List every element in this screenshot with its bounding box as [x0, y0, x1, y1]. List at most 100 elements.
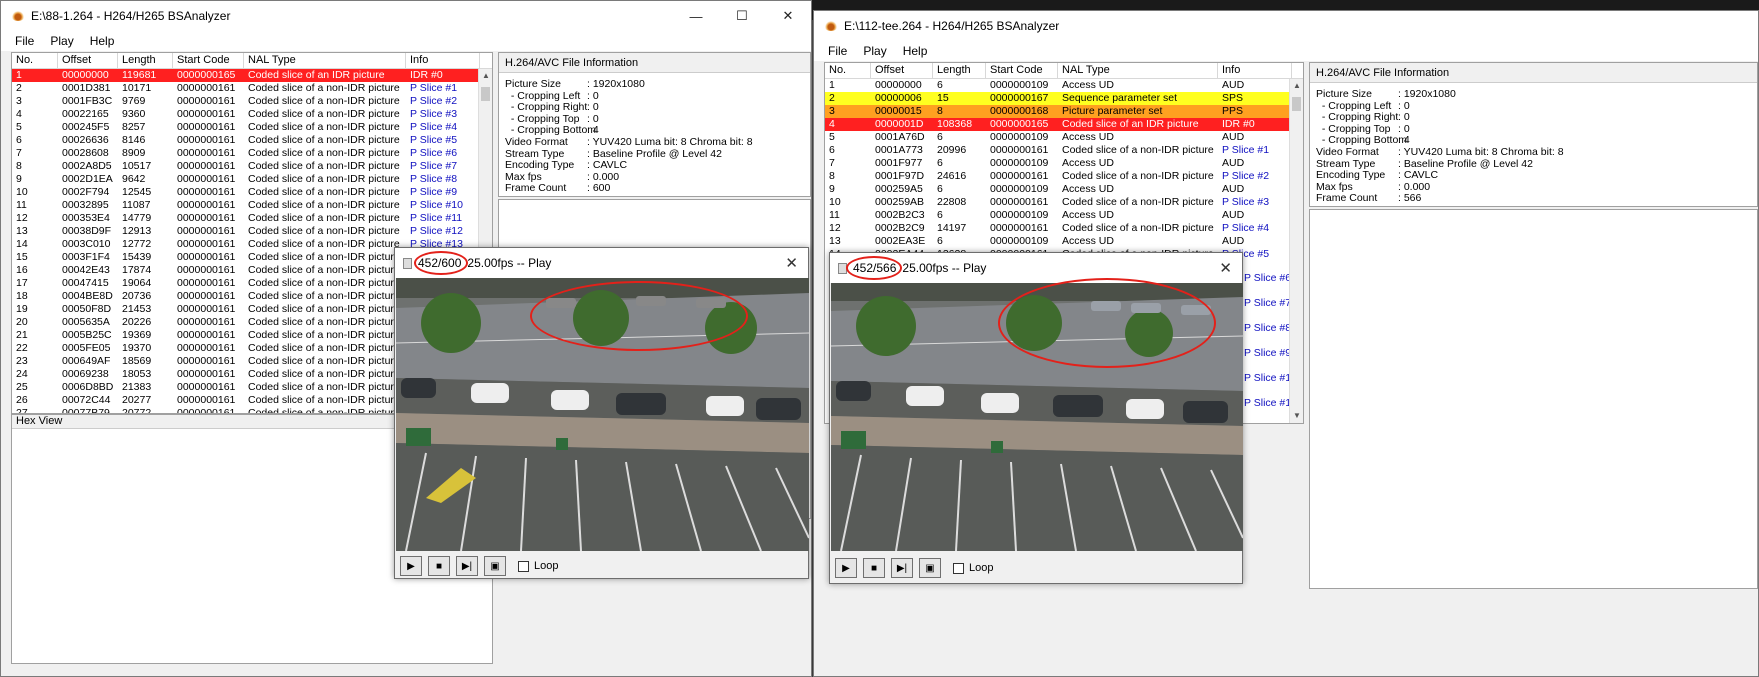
- info-row: Encoding Type: CAVLC: [1310, 170, 1757, 182]
- col-length[interactable]: Length: [933, 63, 986, 78]
- list-item[interactable]: P Slice #8: [1244, 316, 1292, 341]
- table-row[interactable]: 13 00038D9F 12913 0000000161 Coded slice of …: [12, 225, 492, 238]
- table-row[interactable]: 2 0001D381 10171 0000000161 Coded slice of a…: [12, 82, 492, 95]
- list-item[interactable]: P Slice #11: [1244, 391, 1296, 416]
- save-icon[interactable]: ▣: [919, 558, 941, 578]
- cell-no: 5: [16, 121, 22, 133]
- cell-length: 20226: [122, 316, 152, 328]
- play-icon[interactable]: ▶: [835, 558, 857, 578]
- col-nal-type[interactable]: NAL Type: [1058, 63, 1218, 78]
- cell-start-code: 0000000161: [177, 82, 236, 94]
- col-offset[interactable]: Offset: [871, 63, 933, 78]
- table-row[interactable]: 12 000353E4 14779 0000000161 Coded slice of …: [12, 212, 492, 225]
- annotation-ring: [414, 251, 468, 275]
- table-row[interactable]: 9 000259A5 6 0000000109 Access UD AUD: [825, 183, 1303, 196]
- cell-info: PPS: [1222, 105, 1244, 117]
- right-list-scrollbar[interactable]: ▲ ▼: [1289, 79, 1303, 423]
- scroll-up-icon[interactable]: ▲: [1290, 79, 1303, 93]
- cell-no: 6: [829, 144, 835, 156]
- step-forward-icon[interactable]: ▶|: [891, 558, 913, 578]
- col-start-code[interactable]: Start Code: [986, 63, 1058, 78]
- table-row[interactable]: 10 000259AB 22808 0000000161 Coded slice of …: [825, 196, 1303, 209]
- table-row[interactable]: 3 0001FB3C 9769 0000000161 Coded slice of a …: [12, 95, 492, 108]
- table-row[interactable]: 8 0002A8D5 10517 0000000161 Coded slice of a…: [12, 160, 492, 173]
- table-row[interactable]: 3 00000015 8 0000000168 Picture parameter se…: [825, 105, 1303, 118]
- menu-play[interactable]: Play: [42, 34, 81, 48]
- col-nal-type[interactable]: NAL Type: [244, 53, 406, 68]
- table-row[interactable]: 12 0002B2C9 14197 0000000161 Coded slice of …: [825, 222, 1303, 235]
- cell-no: 22: [16, 342, 28, 354]
- left-titlebar[interactable]: E:\88-1.264 - H264/H265 BSAnalyzer — ☐ ✕: [1, 1, 811, 31]
- col-info[interactable]: Info: [406, 53, 480, 68]
- cell-start-code: 0000000161: [177, 147, 236, 159]
- table-row[interactable]: 10 0002F794 12545 0000000161 Coded slice of …: [12, 186, 492, 199]
- col-start-code[interactable]: Start Code: [173, 53, 244, 68]
- table-row[interactable]: 5 0001A76D 6 0000000109 Access UD AUD: [825, 131, 1303, 144]
- player-controls: ▶ ■ ▶| ▣ Loop: [400, 556, 558, 576]
- cell-nal-type: Coded slice of a non-IDR picture: [248, 355, 400, 367]
- stop-icon[interactable]: ■: [863, 558, 885, 578]
- menu-help[interactable]: Help: [895, 44, 936, 58]
- table-row[interactable]: 4 0000001D 108368 0000000165 Coded slice of …: [825, 118, 1303, 131]
- cell-info: P Slice #2: [410, 95, 458, 107]
- table-row[interactable]: 7 0001F977 6 0000000109 Access UD AUD: [825, 157, 1303, 170]
- play-icon[interactable]: ▶: [400, 556, 422, 576]
- step-forward-icon[interactable]: ▶|: [456, 556, 478, 576]
- close-icon[interactable]: ✕: [785, 254, 798, 272]
- col-no[interactable]: No.: [825, 63, 871, 78]
- cell-length: 9642: [122, 173, 146, 185]
- table-row[interactable]: 13 0002EA3E 6 0000000109 Access UD AUD: [825, 235, 1303, 248]
- cell-start-code: 0000000161: [177, 264, 236, 276]
- col-no[interactable]: No.: [12, 53, 58, 68]
- menu-file[interactable]: File: [1, 34, 42, 48]
- cell-start-code: 0000000161: [990, 196, 1049, 208]
- list-item[interactable]: P Slice #7: [1244, 291, 1292, 316]
- scroll-thumb[interactable]: [481, 87, 490, 101]
- table-row[interactable]: 6 0001A773 20996 0000000161 Coded slice of a…: [825, 144, 1303, 157]
- menu-play[interactable]: Play: [855, 44, 894, 58]
- cell-length: 10517: [122, 160, 152, 172]
- loop-checkbox[interactable]: [953, 562, 964, 574]
- cell-length: 17874: [122, 264, 152, 276]
- cell-start-code: 0000000161: [177, 342, 236, 354]
- table-row[interactable]: 5 000245F5 8257 0000000161 Coded slice of a …: [12, 121, 492, 134]
- cell-nal-type: Access UD: [1062, 183, 1114, 195]
- table-row[interactable]: 8 0001F97D 24616 0000000161 Coded slice of a…: [825, 170, 1303, 183]
- save-icon[interactable]: ▣: [484, 556, 506, 576]
- maximize-icon[interactable]: ☐: [719, 1, 765, 31]
- list-item[interactable]: P Slice #9: [1244, 341, 1292, 366]
- col-length[interactable]: Length: [118, 53, 173, 68]
- table-row[interactable]: 2 00000006 15 0000000167 Sequence parameter …: [825, 92, 1303, 105]
- table-row[interactable]: 1 00000000 119681 0000000165 Coded slice of …: [12, 69, 492, 82]
- stop-icon[interactable]: ■: [428, 556, 450, 576]
- info-value: : CAVLC: [1398, 169, 1439, 182]
- cell-offset: 00000015: [875, 105, 922, 117]
- scroll-down-icon[interactable]: ▼: [1290, 409, 1303, 423]
- menu-help[interactable]: Help: [82, 34, 123, 48]
- scroll-up-icon[interactable]: ▲: [479, 69, 492, 83]
- info-row: Max fps: 0.000: [1310, 181, 1757, 194]
- table-row[interactable]: 11 0002B2C3 6 0000000109 Access UD AUD: [825, 209, 1303, 222]
- list-item[interactable]: P Slice #6: [1244, 266, 1292, 291]
- close-icon[interactable]: ✕: [765, 1, 811, 31]
- list-item[interactable]: P Slice #10: [1244, 366, 1297, 391]
- col-info[interactable]: Info: [1218, 63, 1292, 78]
- info-row: Frame Count: 600: [499, 183, 810, 195]
- loop-checkbox[interactable]: [518, 560, 529, 572]
- table-row[interactable]: 7 00028608 8909 0000000161 Coded slice of a …: [12, 147, 492, 160]
- cell-start-code: 0000000161: [177, 199, 236, 211]
- cell-start-code: 0000000109: [990, 131, 1049, 143]
- table-row[interactable]: 1 00000000 6 0000000109 Access UD AUD: [825, 79, 1303, 92]
- table-row[interactable]: 9 0002D1EA 9642 0000000161 Coded slice of a …: [12, 173, 492, 186]
- table-row[interactable]: 4 00022165 9360 0000000161 Coded slice of a …: [12, 108, 492, 121]
- scroll-thumb[interactable]: [1292, 97, 1301, 111]
- menu-file[interactable]: File: [814, 44, 855, 58]
- cell-length: 119681: [122, 69, 157, 81]
- close-icon[interactable]: ✕: [1219, 259, 1232, 277]
- col-offset[interactable]: Offset: [58, 53, 118, 68]
- right-titlebar[interactable]: E:\112-tee.264 - H264/H265 BSAnalyzer: [814, 11, 1758, 41]
- table-row[interactable]: 11 00032895 11087 0000000161 Coded slice of …: [12, 199, 492, 212]
- cell-no: 8: [829, 170, 835, 182]
- minimize-icon[interactable]: —: [673, 1, 719, 31]
- table-row[interactable]: 6 00026636 8146 0000000161 Coded slice of a …: [12, 134, 492, 147]
